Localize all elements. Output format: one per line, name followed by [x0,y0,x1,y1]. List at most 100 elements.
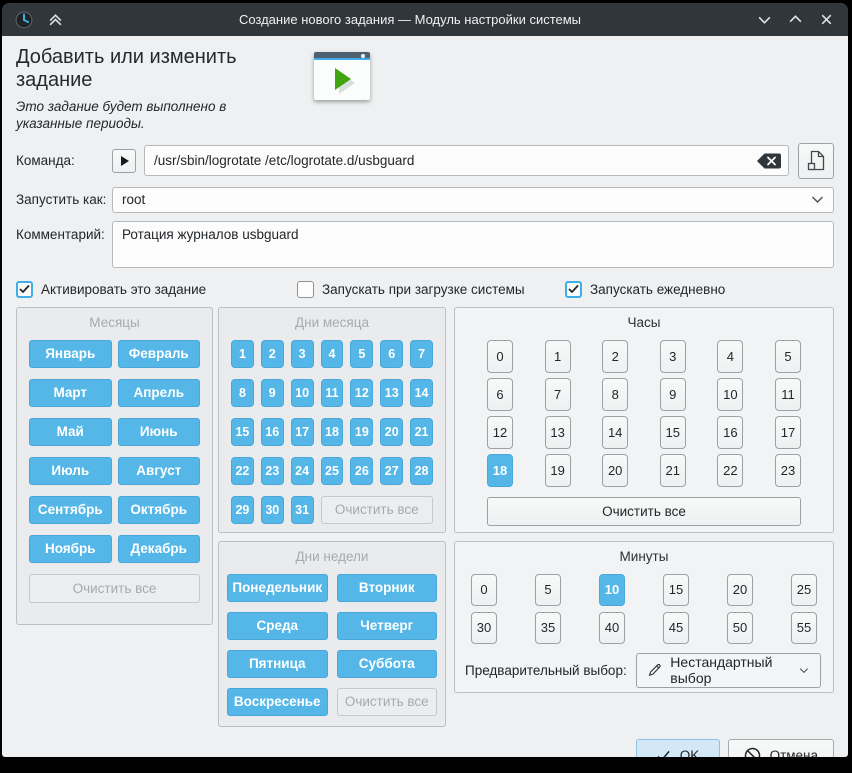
ok-button[interactable]: OK [636,739,720,757]
day-of-month-toggle-button: 24 [291,457,314,485]
hours-group-title: Часы [455,308,833,330]
keep-above-icon[interactable] [46,10,65,29]
minute-toggle-button[interactable]: 55 [791,612,817,644]
weekday-toggle-button: Среда [227,612,328,640]
cancel-button[interactable]: Отмена [728,739,834,757]
hour-toggle-button[interactable]: 12 [487,416,513,449]
hour-toggle-button[interactable]: 18 [487,454,513,487]
minute-toggle-button[interactable]: 45 [663,612,689,644]
day-of-month-toggle-button: 16 [261,418,284,446]
run-as-select[interactable]: root [112,187,834,213]
run-command-icon[interactable] [112,149,136,173]
month-toggle-button: Февраль [118,340,201,368]
hour-toggle-button[interactable]: 19 [545,454,571,487]
minute-toggle-button[interactable]: 25 [791,574,817,606]
months-grid: ЯнварьФевральМартАпрельМайИюньИюльАвгуст… [17,330,212,563]
days-of-week-clear-all-button: Очистить все [337,688,438,716]
hour-toggle-button[interactable]: 0 [487,340,513,373]
run-on-boot-checkbox[interactable]: Запускать при загрузке системы [297,281,525,298]
day-of-month-toggle-button: 21 [410,418,433,446]
options-row: Активировать это задание Запускать при з… [16,281,834,299]
minute-toggle-button[interactable]: 30 [471,612,497,644]
minute-toggle-button[interactable]: 5 [535,574,561,606]
hour-toggle-button[interactable]: 2 [602,340,628,373]
days-of-month-group-title: Дни месяца [219,308,445,330]
hour-toggle-button[interactable]: 16 [717,416,743,449]
hour-toggle-button[interactable]: 14 [602,416,628,449]
enable-task-checkbox[interactable]: Активировать это задание [16,281,206,298]
checkbox-icon [297,281,314,298]
command-input[interactable] [144,145,789,176]
maximize-icon[interactable] [786,10,805,29]
comment-label: Комментарий: [16,221,112,242]
task-window-icon [314,52,370,100]
hour-toggle-button[interactable]: 1 [545,340,571,373]
preset-row: Предварительный выбор: Нестандартный выб… [455,644,833,688]
minute-toggle-button[interactable]: 50 [727,612,753,644]
months-group: Месяцы ЯнварьФевральМартАпрельМайИюньИюл… [16,307,213,625]
day-of-month-toggle-button: 11 [321,379,344,407]
month-toggle-button: Июнь [118,418,201,446]
page-subtitle: Это задание будет выполнено в указанные … [16,99,292,133]
command-row: Команда: [16,143,834,179]
day-of-month-toggle-button: 2 [261,340,284,368]
pencil-icon [648,661,662,679]
hour-toggle-button[interactable]: 11 [775,378,801,411]
comment-input[interactable]: Ротация журналов usbguard [112,221,834,268]
chevron-down-icon [799,666,809,675]
hour-toggle-button[interactable]: 22 [717,454,743,487]
hour-toggle-button[interactable]: 6 [487,378,513,411]
day-of-month-toggle-button: 3 [291,340,314,368]
minute-toggle-button[interactable]: 10 [599,574,625,606]
month-toggle-button: Июль [29,457,112,485]
hour-toggle-button[interactable]: 15 [660,416,686,449]
hour-toggle-button[interactable]: 10 [717,378,743,411]
minute-toggle-button[interactable]: 15 [663,574,689,606]
chevron-down-icon [811,195,824,204]
hour-toggle-button[interactable]: 8 [602,378,628,411]
minutes-group-title: Минуты [455,542,833,564]
hour-toggle-button[interactable]: 5 [775,340,801,373]
clear-text-icon[interactable] [756,152,782,169]
weekday-toggle-button: Понедельник [227,574,328,602]
comment-row: Комментарий: Ротация журналов usbguard [16,221,834,268]
hour-toggle-button[interactable]: 13 [545,416,571,449]
play-triangle-icon [335,68,351,90]
minimize-icon[interactable] [755,10,774,29]
month-toggle-button: Октябрь [118,496,201,524]
cancel-icon [744,747,761,757]
month-toggle-button: Август [118,457,201,485]
day-of-month-toggle-button: 7 [410,340,433,368]
minute-toggle-button[interactable]: 0 [471,574,497,606]
month-toggle-button: Май [29,418,112,446]
hour-toggle-button[interactable]: 17 [775,416,801,449]
hour-toggle-button[interactable]: 7 [545,378,571,411]
minute-toggle-button[interactable]: 20 [727,574,753,606]
day-of-month-toggle-button: 26 [350,457,373,485]
minute-toggle-button[interactable]: 35 [535,612,561,644]
weekday-toggle-button: Суббота [337,650,438,678]
run-daily-checkbox[interactable]: Запускать ежедневно [565,281,725,298]
hour-toggle-button[interactable]: 3 [660,340,686,373]
day-of-month-toggle-button: 4 [321,340,344,368]
close-icon[interactable] [817,10,836,29]
hour-toggle-button[interactable]: 20 [602,454,628,487]
minute-toggle-button[interactable]: 40 [599,612,625,644]
day-of-month-toggle-button: 10 [291,379,314,407]
day-of-month-toggle-button: 6 [380,340,403,368]
hours-clear-all-button[interactable]: Очистить все [487,497,801,526]
day-of-month-toggle-button: 18 [321,418,344,446]
run-on-boot-label: Запускать при загрузке системы [322,282,525,297]
hour-toggle-button[interactable]: 4 [717,340,743,373]
hour-toggle-button[interactable]: 9 [660,378,686,411]
preset-select[interactable]: Нестандартный выбор [636,653,821,688]
checkbox-icon [565,281,582,298]
preset-label: Предварительный выбор: [465,663,627,678]
day-of-month-toggle-button: 20 [380,418,403,446]
titlebar[interactable]: Создание нового задания — Модуль настрой… [2,3,848,36]
hour-toggle-button[interactable]: 21 [660,454,686,487]
hour-toggle-button[interactable]: 23 [775,454,801,487]
enable-task-label: Активировать это задание [41,282,206,297]
browse-file-icon[interactable] [798,143,834,179]
check-icon [656,749,671,757]
